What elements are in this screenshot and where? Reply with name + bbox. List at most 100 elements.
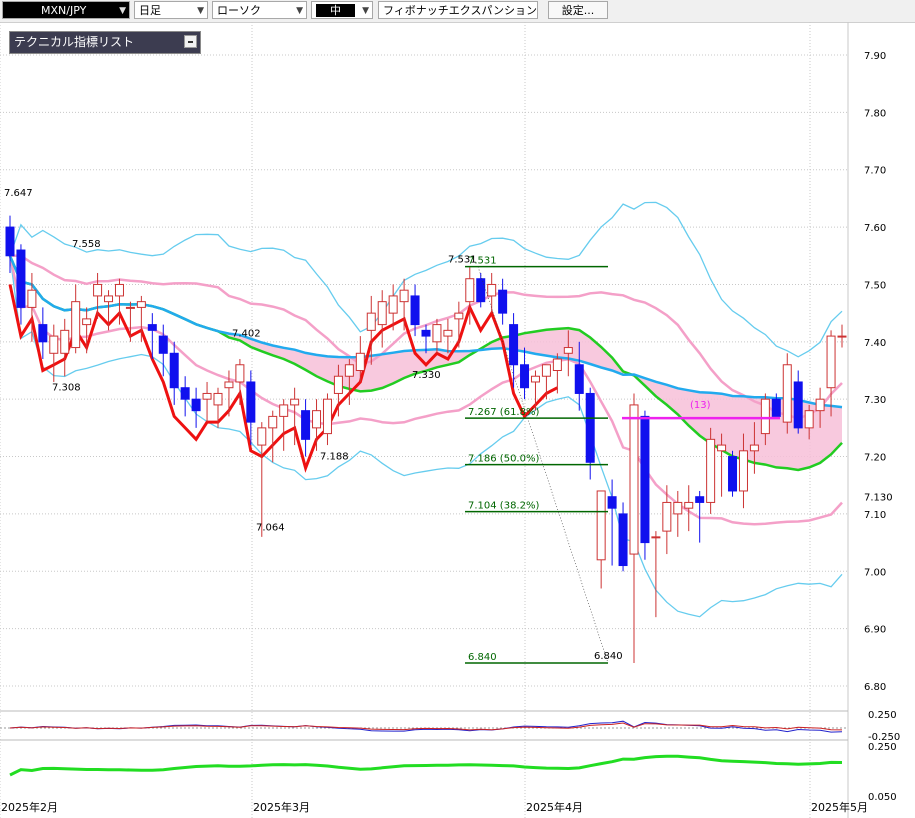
x-tick-label: 2025年5月 — [811, 800, 868, 814]
candle-body — [213, 392, 223, 406]
y-tick-label: 7.40 — [864, 338, 886, 349]
candle-body — [399, 289, 409, 303]
candle-body — [596, 490, 606, 561]
candle-body — [114, 283, 124, 297]
fib-level-label: 6.840 — [468, 652, 497, 663]
candle-body — [301, 410, 311, 440]
candle-body — [268, 415, 278, 429]
price-annotation: 7.064 — [256, 523, 285, 534]
candle-body — [71, 301, 81, 349]
candle-body — [235, 364, 245, 383]
indicator-list-label: テクニカル指標リスト — [14, 35, 135, 49]
candle-body — [388, 295, 398, 314]
candle-body — [552, 358, 562, 372]
x-axis: 2025年2月 2025年3月 2025年4月 2025年5月 — [1, 800, 868, 814]
volatility-line — [9, 754, 843, 777]
candle-body — [246, 381, 256, 423]
chart-style-select[interactable]: ローソク ▼ — [212, 1, 307, 19]
candle-body — [498, 289, 508, 314]
candle-body — [279, 404, 289, 417]
candle-body — [804, 410, 814, 429]
size-value: 中 — [316, 4, 355, 17]
chevron-down-icon: ▼ — [197, 6, 204, 16]
signal-line — [9, 722, 843, 731]
sub-panels: 0.250-0.2500.2500.050 — [0, 710, 900, 803]
candle-body — [717, 444, 727, 452]
candle-body — [771, 398, 781, 417]
candle-body — [257, 427, 267, 446]
fib-level-label: 7.267 (61.8%) — [468, 407, 539, 418]
candle-body — [27, 289, 37, 308]
chevron-down-icon: ▼ — [119, 6, 126, 16]
y-tick-label: 7.70 — [864, 166, 886, 177]
candle-body — [421, 329, 431, 337]
y-tick-label: 7.20 — [864, 453, 886, 464]
chevron-down-icon: ▼ — [362, 6, 369, 16]
fib-level-label: 7.186 (50.0%) — [468, 454, 539, 465]
candle-body — [520, 364, 530, 389]
candle-body — [180, 387, 190, 400]
x-tick-label: 2025年2月 — [1, 800, 58, 814]
candle-body — [837, 335, 847, 338]
fib-level-label: 7.104 (38.2%) — [468, 501, 539, 512]
settings-button[interactable]: 設定... — [548, 1, 608, 19]
candle-body — [563, 347, 573, 354]
candle-body — [49, 335, 59, 354]
price-annotation: 6.840 — [594, 651, 623, 662]
candle-body — [530, 375, 540, 383]
toolbar: MXN/JPY ▼ 日足 ▼ ローソク ▼ 中 ▼ フィボナッチエクスパンション 設定.… — [0, 0, 915, 23]
candle-body — [782, 364, 792, 423]
candle-body — [169, 352, 179, 389]
candle-body — [93, 283, 103, 297]
candle-body — [38, 324, 48, 343]
candle-body — [377, 301, 387, 326]
sub-axis-label: 0.250 — [868, 742, 897, 753]
candle-body — [366, 312, 376, 331]
candle-body — [509, 324, 519, 366]
candle-body — [684, 501, 694, 509]
candle-body — [695, 496, 705, 503]
y-tick-label: 7.80 — [864, 108, 886, 119]
minimize-icon[interactable] — [184, 35, 197, 48]
period-select[interactable]: 日足 ▼ — [134, 1, 208, 19]
y-axis: 7.90 7.80 7.70 7.60 7.50 7.40 7.30 7.20 7.10 7.00… — [864, 51, 893, 693]
pair-select[interactable]: MXN/JPY ▼ — [2, 1, 130, 19]
candle-body — [706, 438, 716, 503]
candle-body — [487, 283, 497, 297]
candle-body — [443, 329, 453, 337]
y-tick-label: 7.00 — [864, 567, 886, 578]
y-tick-label: 6.90 — [864, 625, 886, 636]
candle-body — [640, 415, 650, 544]
chart-style-value: ローソク — [217, 4, 261, 17]
candle-body — [673, 501, 683, 515]
candle-body — [793, 381, 803, 429]
candle-body — [60, 329, 70, 354]
y-tick-label: 7.30 — [864, 395, 886, 406]
sub-axis-label: 0.050 — [868, 792, 897, 803]
candle-body — [629, 404, 639, 555]
candle-body — [618, 513, 628, 567]
candle-body — [465, 278, 475, 303]
price-annotation: 7.308 — [52, 383, 81, 394]
pair-value: MXN/JPY — [41, 4, 87, 17]
price-annotation: 7.402 — [232, 329, 261, 340]
candle-body — [16, 249, 26, 308]
indicator-select[interactable]: フィボナッチエクスパンション — [378, 1, 538, 19]
x-tick-label: 2025年4月 — [526, 800, 583, 814]
bb-lower-1-line — [8, 255, 843, 526]
price-annotation: 7.531 — [448, 255, 477, 266]
x-tick-label: 2025年3月 — [253, 800, 310, 814]
indicator-list-panel[interactable]: テクニカル指標リスト — [9, 31, 201, 54]
candle-body — [312, 410, 322, 429]
candle-body — [5, 226, 15, 257]
size-select[interactable]: 中 ▼ — [311, 1, 373, 19]
candle-body — [147, 324, 157, 331]
candle-body — [290, 398, 300, 406]
candle-body — [651, 536, 661, 539]
candle-body — [760, 398, 770, 435]
candle-body — [476, 278, 486, 303]
candle-body — [454, 312, 464, 320]
y-tick-label: 7.90 — [864, 51, 886, 62]
candle-body — [728, 456, 738, 492]
y-tick-label: 6.80 — [864, 682, 886, 693]
